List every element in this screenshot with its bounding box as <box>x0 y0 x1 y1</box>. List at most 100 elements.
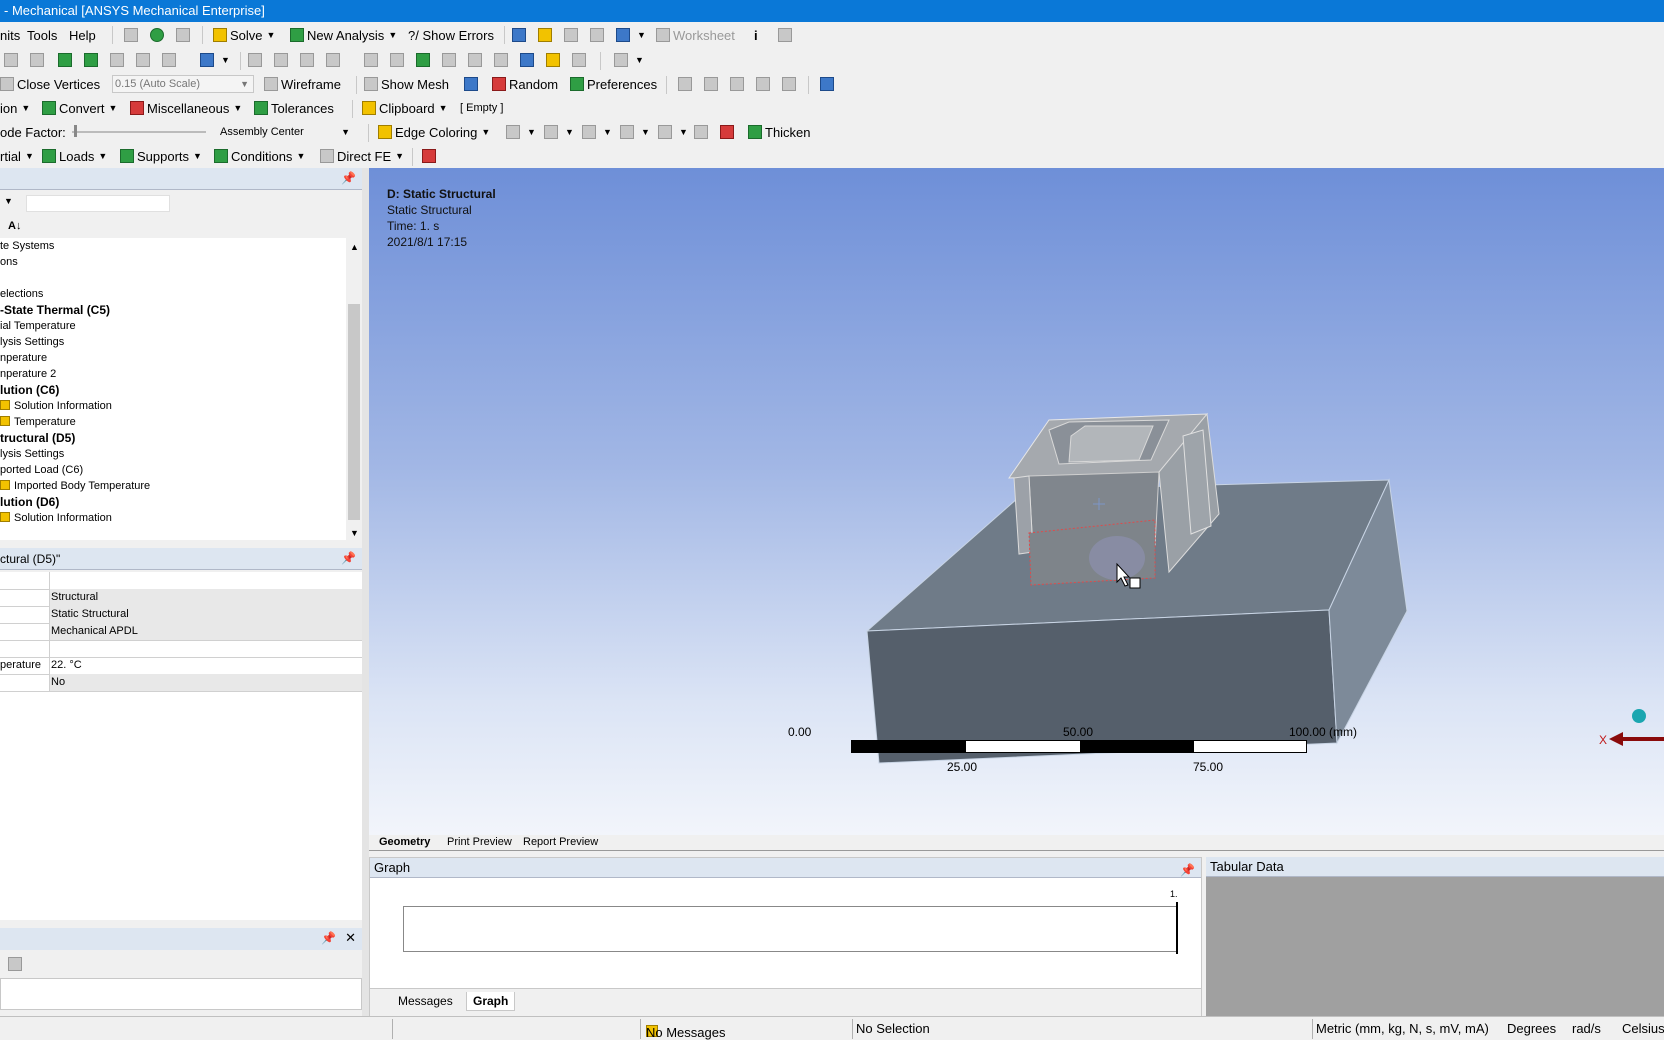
axis-icon-4[interactable] <box>756 72 773 96</box>
sort-az-icon[interactable]: A↓ <box>8 220 21 232</box>
convert-dropdown[interactable]: Convert ▼ <box>42 96 117 120</box>
pin-icon[interactable]: 📌 <box>341 171 356 185</box>
commands-icon[interactable] <box>422 144 439 168</box>
show-errors-button[interactable]: ?/ Show Errors <box>408 22 494 48</box>
chart-icon[interactable] <box>512 22 529 48</box>
zoom-in-icon[interactable] <box>416 48 433 72</box>
tree-item[interactable]: ported Load (C6) <box>0 462 83 478</box>
print-icon[interactable] <box>572 48 589 72</box>
tab-graph[interactable]: Graph <box>466 992 516 1011</box>
edge-style-icon-5[interactable]: ▼ <box>658 120 688 144</box>
zoom-out-icon[interactable] <box>442 48 459 72</box>
details-row[interactable] <box>0 572 362 590</box>
axis-icon-5[interactable] <box>782 72 799 96</box>
scrollbar-thumb[interactable] <box>348 304 360 520</box>
units-status[interactable]: Metric (mm, kg, N, s, mV, mA) <box>1316 1021 1489 1036</box>
loads-dropdown[interactable]: Loads ▼ <box>42 144 107 168</box>
pin-icon[interactable] <box>694 120 711 144</box>
clipboard-dropdown[interactable]: Clipboard ▼ <box>362 96 448 120</box>
inertial-dropdown[interactable]: rtial ▼ <box>0 144 34 168</box>
angle-units-status[interactable]: Degrees <box>1507 1021 1556 1036</box>
tab-geometry[interactable]: Geometry <box>379 836 430 848</box>
wireframe-button[interactable]: Wireframe <box>264 72 341 96</box>
next-view-icon[interactable] <box>520 48 537 72</box>
rotate-icon[interactable] <box>248 48 265 72</box>
thickness-icon[interactable] <box>720 120 737 144</box>
preferences-button[interactable]: Preferences <box>570 72 657 96</box>
iso-view-icon[interactable] <box>468 48 485 72</box>
command-icon[interactable] <box>124 22 141 48</box>
select-vertex-icon[interactable] <box>84 48 101 72</box>
zoom-box-icon[interactable] <box>390 48 407 72</box>
tree-item[interactable]: te Systems <box>0 238 54 254</box>
edge-coloring-dropdown[interactable]: Edge Coloring ▼ <box>378 120 490 144</box>
probe-icon[interactable] <box>538 22 555 48</box>
graphics-viewport[interactable]: D: Static Structural Static Structural T… <box>369 168 1664 835</box>
outline-scrollbar[interactable]: ▲ ▼ <box>346 238 362 540</box>
edge-style-icon-4[interactable]: ▼ <box>620 120 650 144</box>
tab-report-preview[interactable]: Report Preview <box>523 836 598 848</box>
edge-style-icon-2[interactable]: ▼ <box>544 120 574 144</box>
tree-item[interactable]: -State Thermal (C5) <box>0 302 110 318</box>
tree-item[interactable]: lysis Settings <box>0 446 64 462</box>
tree-item[interactable]: nperature <box>0 350 47 366</box>
pan-icon[interactable] <box>274 48 291 72</box>
details-row[interactable] <box>0 640 362 658</box>
filter-icon[interactable] <box>8 957 22 971</box>
tree-item[interactable]: elections <box>0 286 43 302</box>
axis-icon-1[interactable] <box>678 72 695 96</box>
filter-dropdown[interactable]: ▼ <box>4 196 13 206</box>
worksheet-button[interactable]: Worksheet <box>656 22 735 48</box>
construction-dropdown[interactable]: ion ▼ <box>0 96 30 120</box>
tolerances-button[interactable]: Tolerances <box>254 96 334 120</box>
tree-item[interactable]: tructural (D5) <box>0 430 75 446</box>
axis-icon-3[interactable] <box>730 72 747 96</box>
tab-print-preview[interactable]: Print Preview <box>447 836 512 848</box>
menu-units[interactable]: nits <box>0 22 20 48</box>
axis-icon-2[interactable] <box>704 72 721 96</box>
check-icon[interactable] <box>150 22 167 48</box>
temperature-units-status[interactable]: Celsius <box>1622 1021 1664 1036</box>
select-node-icon[interactable] <box>110 48 127 72</box>
random-button[interactable]: Random <box>492 72 558 96</box>
new-analysis-button[interactable]: New Analysis ▼ <box>290 22 397 48</box>
details-row[interactable]: Mechanical APDL <box>0 623 362 641</box>
annotation-icon[interactable] <box>590 22 607 48</box>
show-mesh-button[interactable]: Show Mesh <box>364 72 449 96</box>
select-face-icon[interactable] <box>30 48 47 72</box>
tree-item[interactable]: Solution Information <box>0 510 112 526</box>
close-vertices-button[interactable]: Close Vertices <box>0 72 100 96</box>
select-mesh-icon[interactable] <box>162 48 179 72</box>
tree-item[interactable]: lysis Settings <box>0 334 64 350</box>
tree-item[interactable]: Solution Information <box>0 398 112 414</box>
model-geometry[interactable]: X <box>369 168 1664 835</box>
details-row[interactable]: perature 22. °C <box>0 657 362 675</box>
angular-velocity-status[interactable]: rad/s <box>1572 1021 1601 1036</box>
select-mode-icon[interactable]: ▼ <box>200 48 230 72</box>
box-zoom-icon[interactable] <box>326 48 343 72</box>
select-element-icon[interactable] <box>136 48 153 72</box>
graph-plot-area[interactable] <box>403 906 1177 952</box>
tree-item[interactable]: ial Temperature <box>0 318 76 334</box>
solve-button[interactable]: Solve ▼ <box>213 22 275 48</box>
thicken-button[interactable]: Thicken <box>748 120 811 144</box>
tree-item[interactable]: lution (D6) <box>0 494 59 510</box>
image-icon[interactable]: ▼ <box>616 22 646 48</box>
tree-item[interactable]: nperature 2 <box>0 366 56 382</box>
details-row[interactable]: No <box>0 674 362 692</box>
tree-arrow-icon[interactable] <box>176 22 193 48</box>
model-icon[interactable] <box>820 72 837 96</box>
explode-slider[interactable] <box>72 120 206 144</box>
close-icon[interactable]: ✕ <box>345 930 356 946</box>
select-edge-icon[interactable] <box>58 48 75 72</box>
conditions-dropdown[interactable]: Conditions ▼ <box>214 144 305 168</box>
scale-dropdown[interactable]: 0.15 (Auto Scale) ▼ <box>112 75 254 93</box>
supports-dropdown[interactable]: Supports ▼ <box>120 144 202 168</box>
pin-icon[interactable]: 📌 <box>321 931 336 945</box>
pin-icon[interactable]: 📌 <box>341 551 356 565</box>
window-layout-icon[interactable]: ▼ <box>614 48 644 72</box>
assembly-center-dropdown[interactable]: Assembly Center ▼ <box>220 120 354 144</box>
tree-item[interactable]: lution (C6) <box>0 382 59 398</box>
zoom-fit-icon[interactable] <box>364 48 381 72</box>
select-body-icon[interactable] <box>4 48 21 72</box>
